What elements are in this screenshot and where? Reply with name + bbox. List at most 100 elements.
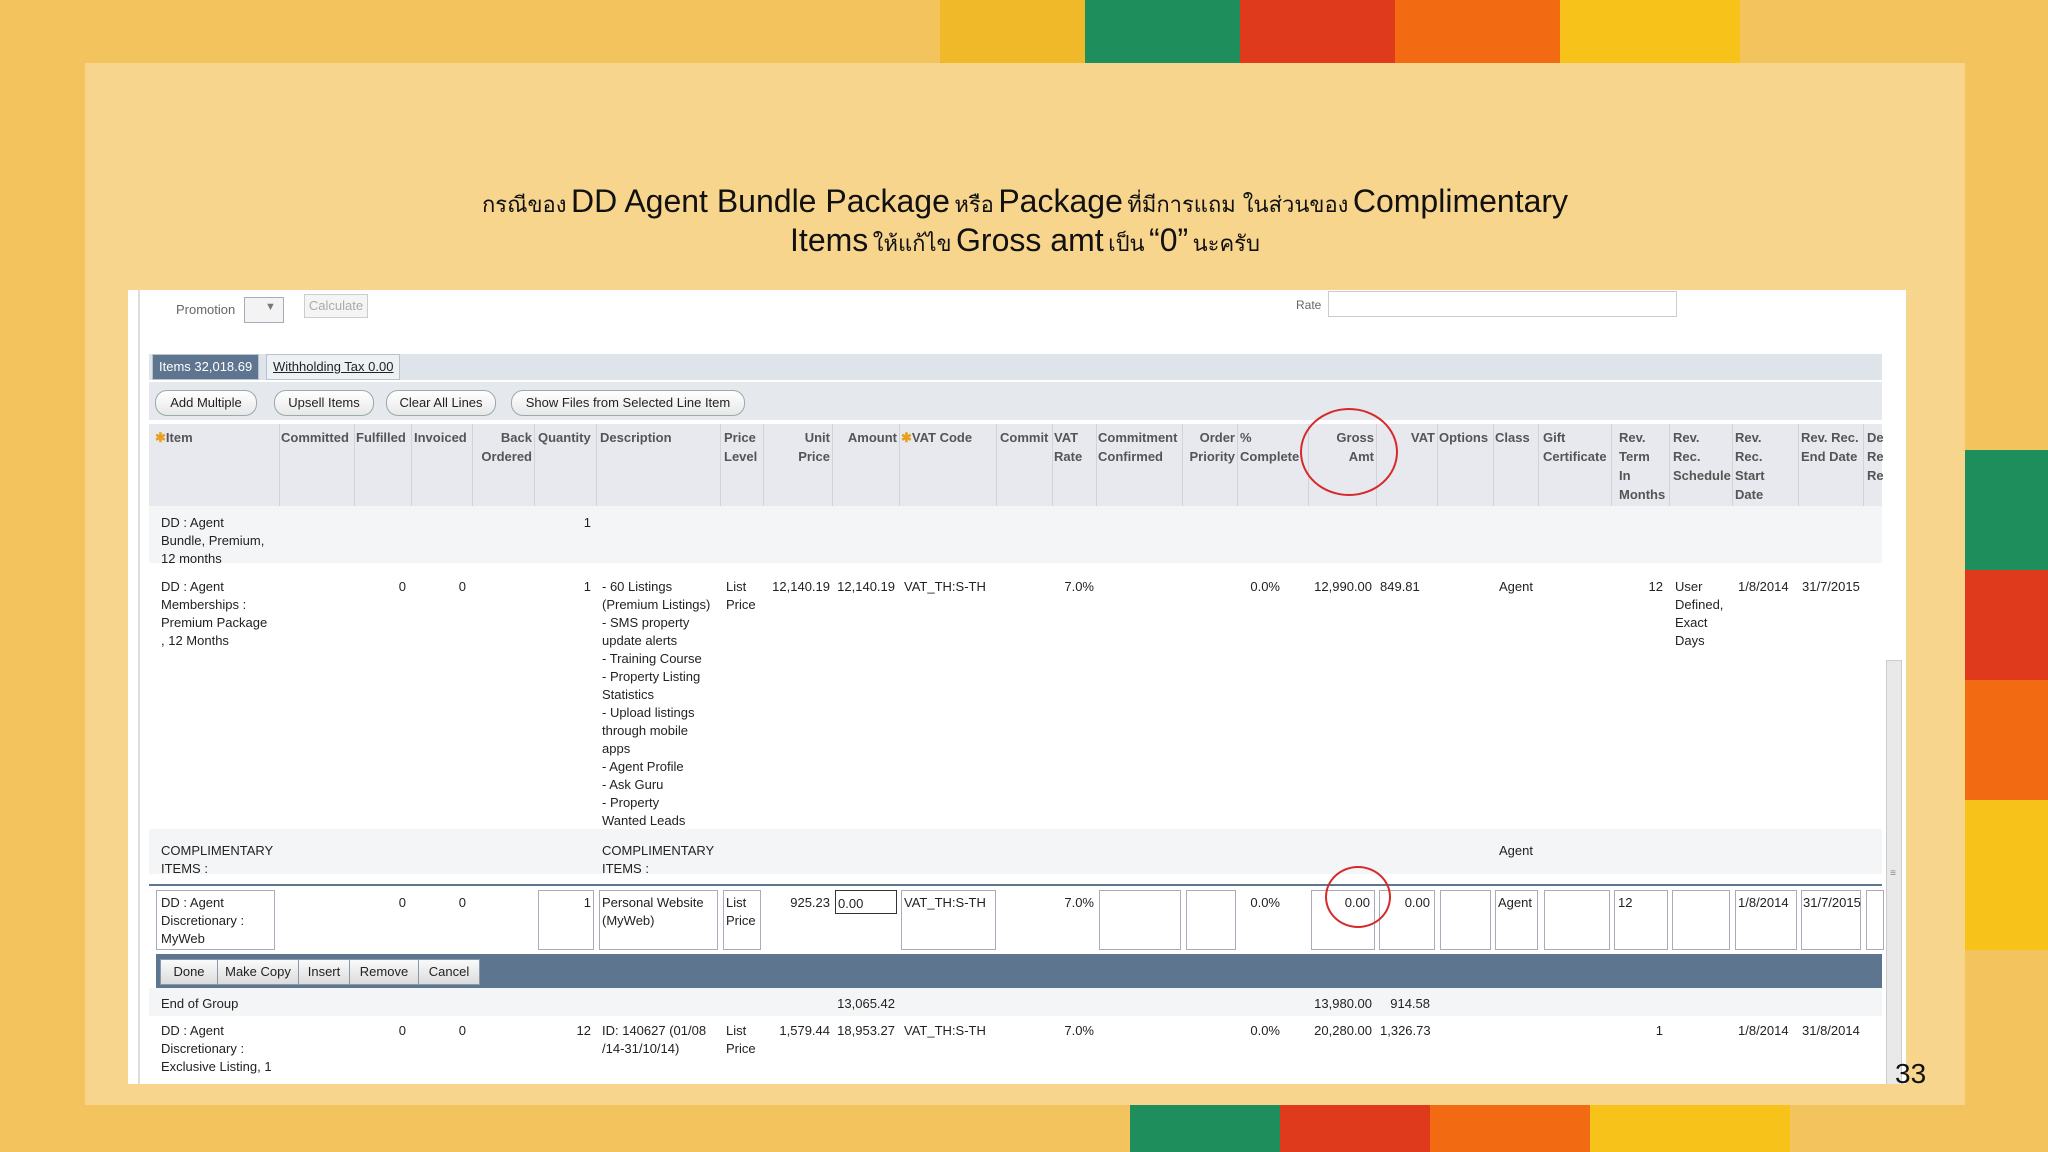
col-header-class[interactable]: Class [1495,428,1530,447]
amount-value: 18,953.27 [837,1023,895,1038]
col-header-rev-end[interactable]: Rev. Rec. End Date [1801,428,1859,466]
caption-text: เป็น [1108,232,1145,257]
col-header-amount[interactable]: Amount [834,428,897,447]
upsell-items-button[interactable]: Upsell Items [274,390,374,416]
cell-text: - Upload listings [602,705,695,720]
rate-input[interactable] [1328,291,1677,317]
divider [832,424,833,506]
col-header-price-level[interactable]: Price Level [724,428,757,466]
decor-stripe-orange [1395,0,1565,63]
vat-value: 1,326.73 [1380,1023,1431,1038]
scroll-grip-icon[interactable]: ≡ [1887,868,1899,879]
clear-all-lines-button[interactable]: Clear All Lines [386,390,496,416]
promotion-select[interactable] [244,297,284,323]
divider [472,424,473,506]
make-copy-button[interactable]: Make Copy [217,959,299,985]
decor-stripe-right-red [1965,570,2048,680]
header-text: End Date [1801,449,1858,464]
fulfilled-value: 0 [398,1023,406,1038]
price-level-value: List Price [726,894,756,930]
col-header-vat-code[interactable]: ✱VAT Code [901,428,972,447]
col-header-quantity[interactable]: Quantity [538,428,591,447]
col-header-rev-term[interactable]: Rev. Term In Months [1619,428,1665,504]
col-header-description[interactable]: Description [600,428,672,447]
header-text: Start [1735,468,1765,483]
col-header-options[interactable]: Options [1439,428,1488,447]
col-header-item[interactable]: ✱Item [155,428,193,447]
vat-value: 849.81 [1380,579,1420,594]
table-row[interactable] [149,506,1882,563]
item-name: DD : Agent Bundle, Premium, 12 months [161,514,264,568]
col-header-order-priority[interactable]: Order Priority [1184,428,1235,466]
header-text: Rev. Rec. [1801,430,1859,445]
cell-text: ITEMS : [161,861,208,876]
done-button[interactable]: Done [160,959,218,985]
cell-text: COMPLIMENTARY [602,843,715,858]
description-value: ID: 140627 (01/08/14-31/10/14) [602,1022,706,1058]
remove-button[interactable]: Remove [349,959,419,985]
required-asterisk-icon: ✱ [155,430,166,445]
rev-end-value: 31/8/2014 [1802,1023,1860,1038]
slide-caption-line-1: กรณีของ DD Agent Bundle Package หรือ Pac… [85,183,1965,222]
netsuite-screenshot: Promotion ▼ Calculate Rate Items 32,018.… [128,290,1906,1084]
cell-text: User [1675,579,1703,594]
table-row[interactable] [149,988,1882,1016]
gift-certificate-input[interactable] [1544,890,1610,950]
divider [534,424,535,506]
insert-button[interactable]: Insert [298,959,350,985]
divider [1669,424,1670,506]
vat-rate-value: 7.0% [1064,579,1094,594]
header-text: Re [1867,468,1884,483]
col-header-rev-schedule[interactable]: Rev. Rec. Schedule [1673,428,1731,485]
vat-code-value: VAT_TH:S-TH [904,579,986,594]
options-input[interactable] [1440,890,1491,950]
cell-text: Discretionary : [161,913,245,928]
col-header-gift-certificate[interactable]: Gift Certificate [1543,428,1607,466]
header-text: Confirmed [1098,449,1163,464]
divider [1096,424,1097,506]
cell-text: Exact [1675,615,1708,630]
table-row[interactable] [149,829,1882,874]
gross-amt-value: 20,280.00 [1314,1023,1372,1038]
col-header-fulfilled[interactable]: Fulfilled [356,428,406,447]
caption-text: DD Agent Bundle Package [570,183,950,219]
cell-text: update alerts [602,633,678,648]
rev-term-value: 12 [1618,895,1633,910]
col-header-commitment-confirmed[interactable]: Commitment Confirmed [1098,428,1177,466]
col-header-rev-start[interactable]: Rev. Rec. Start Date [1735,428,1765,504]
col-header-unit-price[interactable]: Unit Price [768,428,830,466]
calculate-button[interactable]: Calculate [304,294,368,318]
header-text: VAT Code [911,430,973,445]
cell-text: Days [1675,633,1705,648]
order-priority-input[interactable] [1186,890,1236,950]
add-multiple-button[interactable]: Add Multiple [155,390,257,416]
invoiced-value: 0 [458,895,466,910]
col-header-invoiced[interactable]: Invoiced [414,428,467,447]
cell-text: ITEMS : [602,861,649,876]
chevron-down-icon[interactable]: ▼ [265,301,276,313]
divider [138,290,140,1084]
col-header-vat-rate[interactable]: VAT Rate [1054,428,1082,466]
col-header-back-ordered[interactable]: Back Ordered [478,428,532,466]
col-header-de[interactable]: De Re Re [1867,428,1884,485]
class-value: Agent [1498,895,1532,910]
pct-complete-value: 0.0% [1250,895,1280,910]
tab-strip [149,354,1882,380]
de-input[interactable] [1866,890,1884,950]
show-files-button[interactable]: Show Files from Selected Line Item [511,390,745,416]
header-text: De [1867,430,1884,445]
tab-items[interactable]: Items 32,018.69 [152,354,260,380]
col-header-pct-complete[interactable]: % Complete [1240,428,1299,466]
tab-withholding[interactable]: Withholding Tax 0.00 [266,354,401,380]
table-row[interactable] [149,563,1882,829]
col-header-commit[interactable]: Commit [1000,428,1048,447]
divider [1493,424,1494,506]
cell-text: - Property [602,795,660,810]
cell-text: DD : Agent [161,1023,224,1038]
col-header-committed[interactable]: Committed [281,428,349,447]
commitment-confirmed-input[interactable] [1099,890,1181,950]
rev-schedule-select[interactable] [1672,890,1730,950]
cancel-button[interactable]: Cancel [418,959,480,985]
fulfilled-value: 0 [398,579,406,594]
amount-value: 13,065.42 [837,996,895,1011]
